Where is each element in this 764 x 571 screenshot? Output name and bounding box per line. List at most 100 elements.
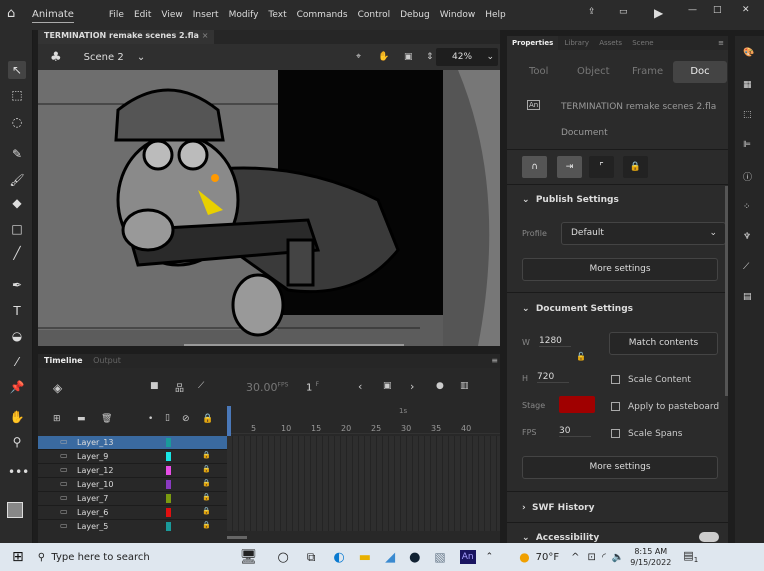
rectangle-tool-icon[interactable]: □ bbox=[8, 220, 26, 238]
layer-row[interactable]: ▭ Layer_13 bbox=[38, 436, 500, 450]
info-icon[interactable]: ⓘ bbox=[743, 170, 752, 183]
steam-icon[interactable]: ● bbox=[409, 550, 420, 565]
paint-brush-icon[interactable]: 🖌 bbox=[8, 171, 26, 189]
lock-icon[interactable]: 🔒 bbox=[202, 465, 211, 473]
tab-properties[interactable]: Properties bbox=[507, 36, 559, 50]
lock-icon[interactable]: 🔒 bbox=[202, 493, 211, 501]
mode-tool[interactable]: Tool bbox=[529, 66, 548, 77]
new-layer-icon[interactable]: ⊞ bbox=[53, 414, 61, 424]
edge-icon[interactable]: ◐ bbox=[333, 550, 344, 565]
fps-field[interactable]: 30 bbox=[559, 426, 591, 437]
lock-button[interactable]: 🔒 bbox=[623, 156, 648, 178]
layer-frames[interactable] bbox=[227, 478, 500, 492]
components-icon[interactable]: ▤ bbox=[743, 292, 752, 302]
more-tools-icon[interactable]: ••• bbox=[8, 463, 29, 481]
document-settings-header[interactable]: ⌄ Document Settings bbox=[522, 304, 633, 314]
line-tool-icon[interactable]: ╱ bbox=[8, 244, 26, 262]
camera-icon[interactable]: ■ bbox=[150, 381, 159, 391]
match-contents-button[interactable]: Match contents bbox=[609, 332, 718, 355]
motion-presets-icon[interactable]: ⁘ bbox=[743, 202, 751, 212]
scale-spans-checkbox[interactable]: Scale Spans bbox=[611, 429, 682, 439]
animate-taskbar-icon[interactable]: An bbox=[459, 550, 476, 564]
tab-scene[interactable]: Scene bbox=[628, 39, 657, 47]
windows-start-icon[interactable]: ⊞ bbox=[12, 549, 24, 565]
text-tool-icon[interactable]: T bbox=[8, 302, 26, 320]
fill-color-swatch[interactable] bbox=[7, 502, 23, 518]
center-stage-icon[interactable]: ⌖ bbox=[356, 52, 361, 62]
layer-color-swatch[interactable] bbox=[166, 480, 171, 489]
properties-scrollbar[interactable] bbox=[725, 186, 728, 396]
menu-view[interactable]: View bbox=[156, 10, 187, 20]
transform-icon[interactable]: ⬚ bbox=[743, 110, 752, 120]
layer-row[interactable]: ▭ Layer_10 🔒 bbox=[38, 478, 500, 492]
tab-timeline[interactable]: Timeline bbox=[44, 356, 83, 365]
apply-pasteboard-checkbox[interactable]: Apply to pasteboard bbox=[611, 402, 719, 412]
menu-edit[interactable]: Edit bbox=[129, 10, 156, 20]
lock-icon[interactable]: 🔒 bbox=[202, 479, 211, 487]
minimize-icon[interactable]: — bbox=[688, 5, 697, 15]
lock-icon[interactable]: 🔒 bbox=[202, 521, 211, 529]
weather-temp[interactable]: 70°F bbox=[536, 552, 559, 563]
tray-up-icon[interactable]: ^ bbox=[571, 552, 579, 563]
keyframe-icon[interactable]: ▣ bbox=[383, 381, 392, 391]
delete-icon[interactable]: 🗑 bbox=[101, 414, 112, 424]
layer-name[interactable]: Layer_13 bbox=[77, 438, 113, 447]
mode-object[interactable]: Object bbox=[577, 66, 610, 77]
menu-help[interactable]: Help bbox=[480, 10, 511, 20]
layer-frames[interactable] bbox=[227, 450, 500, 464]
selection-tool-icon[interactable]: ↖ bbox=[8, 61, 26, 79]
prev-frame-icon[interactable]: ‹ bbox=[358, 380, 362, 393]
stage[interactable] bbox=[38, 70, 500, 346]
notifications-icon[interactable]: ▤1 bbox=[683, 549, 698, 564]
color-palette-icon[interactable]: 🎨 bbox=[743, 48, 754, 58]
network-icon[interactable]: ⊡ bbox=[588, 552, 596, 563]
publish-settings-header[interactable]: ⌄ Publish Settings bbox=[522, 195, 619, 205]
layer-row[interactable]: ▭ Layer_7 🔒 bbox=[38, 492, 500, 506]
layer-color-swatch[interactable] bbox=[166, 452, 171, 461]
lock-icon[interactable]: 🔒 bbox=[202, 507, 211, 515]
taskbar-search[interactable]: ⚲ Type here to search bbox=[38, 552, 208, 563]
zoom-select[interactable]: 42% ⌄ bbox=[436, 48, 498, 66]
edit-multiple-icon[interactable]: ▥ bbox=[460, 381, 469, 391]
play-icon[interactable]: ▶ bbox=[654, 6, 663, 20]
hand-tool-icon[interactable]: ✋ bbox=[8, 408, 26, 426]
menu-debug[interactable]: Debug bbox=[395, 10, 435, 20]
eraser-tool-icon[interactable]: ◆ bbox=[8, 194, 26, 212]
frame-ruler[interactable]: 5 10 15 20 25 30 35 40 bbox=[231, 406, 500, 434]
eyedropper-icon[interactable]: ⁄ bbox=[8, 353, 26, 371]
share-icon[interactable]: ⇪ bbox=[588, 7, 596, 17]
rotate-stage-icon[interactable]: ✋ bbox=[378, 52, 389, 62]
layer-name[interactable]: Layer_7 bbox=[77, 494, 108, 503]
layer-color-swatch[interactable] bbox=[166, 494, 171, 503]
onion-skin-icon[interactable]: ● bbox=[436, 381, 444, 391]
symbol-icon[interactable]: ♣ bbox=[50, 50, 62, 65]
layer-frames[interactable] bbox=[227, 464, 500, 478]
layer-color-swatch[interactable] bbox=[166, 466, 171, 475]
maximize-icon[interactable]: □ bbox=[713, 5, 722, 15]
lock-icon[interactable]: 🔒 bbox=[202, 451, 211, 459]
file-explorer-icon[interactable]: ▬ bbox=[359, 550, 371, 565]
graph-icon[interactable]: ⟋ bbox=[198, 381, 204, 391]
close-tab-icon[interactable]: × bbox=[202, 31, 209, 40]
fps-display[interactable]: 30.00FPS bbox=[246, 381, 288, 394]
clock[interactable]: 8:15 AM 9/15/2022 bbox=[630, 546, 671, 568]
app-icon[interactable]: ◢ bbox=[385, 550, 395, 565]
layer-row[interactable]: ▭ Layer_9 🔒 bbox=[38, 450, 500, 464]
layer-name[interactable]: Layer_10 bbox=[77, 480, 113, 489]
close-icon[interactable]: ✕ bbox=[742, 5, 750, 15]
profile-select[interactable]: Default ⌄ bbox=[561, 222, 726, 245]
layer-name[interactable]: Layer_5 bbox=[77, 522, 108, 531]
layer-name[interactable]: Layer_9 bbox=[77, 452, 108, 461]
snap-guides-button[interactable]: ⇥ bbox=[557, 156, 582, 178]
layer-name[interactable]: Layer_6 bbox=[77, 508, 108, 517]
folder-icon[interactable]: ▬ bbox=[77, 414, 86, 424]
layer-row[interactable]: ▭ Layer_12 🔒 bbox=[38, 464, 500, 478]
timeline-scrollbar[interactable] bbox=[227, 536, 247, 539]
subselection-tool-icon[interactable]: ⬚ bbox=[8, 86, 26, 104]
width-field[interactable]: 1280 bbox=[539, 336, 571, 347]
layer-frames[interactable] bbox=[227, 492, 500, 506]
menu-window[interactable]: Window bbox=[435, 10, 481, 20]
stage-vertical-scrollbar[interactable] bbox=[497, 150, 500, 245]
layer-row[interactable]: ▭ Layer_5 🔒 bbox=[38, 520, 500, 531]
layer-color-swatch[interactable] bbox=[166, 522, 171, 531]
